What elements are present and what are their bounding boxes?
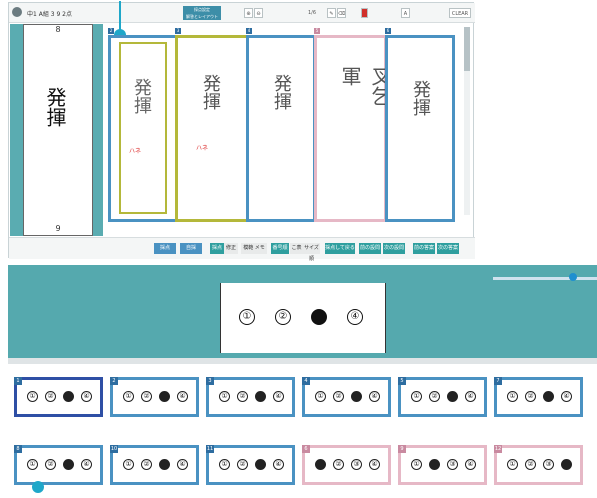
- prev-question-button[interactable]: 前の設問: [359, 243, 381, 254]
- handwriting-answer: 発揮: [200, 74, 221, 110]
- cell-number: 4: [246, 28, 252, 34]
- answer-cell-3[interactable]: 4 発揮: [246, 28, 316, 222]
- page-indicator: 1/6: [307, 10, 317, 16]
- answer-tile[interactable]: 5 ① ② ● ④: [398, 377, 487, 417]
- handwriting-answer: 発揮: [410, 80, 431, 116]
- size-order-button[interactable]: サイズ順: [303, 243, 320, 262]
- model-memo-button[interactable]: 模範 メモ: [241, 243, 267, 254]
- drag-marker-stem: [119, 1, 121, 31]
- answer-tile-wrong[interactable]: 9 ① ● ③ ④: [398, 445, 487, 485]
- cell-number: 2: [108, 28, 114, 34]
- next-question-button[interactable]: 次の設問: [383, 243, 405, 254]
- zoom-slider-thumb[interactable]: [569, 273, 577, 281]
- top-grading-panel: 中1 A組 3 9 2点 採点設定 解答とレイアウト ⊕ ⊖ 1/6 ✎ ⌫ A…: [8, 1, 475, 262]
- reference-answer-text: 発揮: [43, 87, 67, 127]
- bottom-grading-panel: ① ② ● ④ 1 ① ② ● ④ 2 ① ② ● ④ 3 ① ② ● ④ 4 …: [8, 265, 597, 498]
- number-order-button[interactable]: 番号順: [271, 243, 289, 254]
- answer-tile[interactable]: 4 ① ② ● ④: [302, 377, 391, 417]
- self-grade-button[interactable]: 自採: [180, 243, 202, 254]
- answer-tile[interactable]: 8 ① ② ● ④: [14, 445, 103, 485]
- eraser-icon[interactable]: ⌫: [337, 8, 346, 18]
- vertical-scrollbar[interactable]: [464, 27, 470, 215]
- zoom-in-icon[interactable]: ⊕: [244, 8, 253, 18]
- next-answer-button[interactable]: 次の答案: [437, 243, 459, 254]
- hero-bubble: ④: [347, 309, 363, 325]
- red-note: ハネ: [196, 145, 209, 152]
- cell-number: 5: [314, 28, 320, 34]
- red-note: ハネ: [129, 148, 142, 155]
- reference-bottom-number: 9: [55, 224, 61, 233]
- red-color-icon[interactable]: [361, 8, 368, 18]
- cell-number: 3: [175, 28, 181, 34]
- bottom-button-bar: 採点 自採 採点 修正 模範 メモ 番号順 こ表 サイズ順 採点して戻る 前の設…: [9, 237, 475, 262]
- zoom-slider[interactable]: [493, 273, 597, 281]
- edit-button[interactable]: 修正: [224, 243, 238, 254]
- grade-button[interactable]: 採点: [154, 243, 176, 254]
- prev-answer-button[interactable]: 前の答案: [413, 243, 435, 254]
- selection-marker[interactable]: [32, 481, 44, 493]
- cell-number: 6: [385, 28, 391, 34]
- toolbar: 中1 A組 3 9 2点 採点設定 解答とレイアウト ⊕ ⊖ 1/6 ✎ ⌫ A…: [9, 3, 475, 23]
- reference-strip: 8 発揮 9: [10, 24, 103, 236]
- hero-sheet: ① ② ● ④: [220, 283, 386, 353]
- reference-top-number: 8: [55, 25, 61, 34]
- cell-scan: [119, 42, 167, 214]
- mode-badge[interactable]: 採点設定 解答とレイアウト: [183, 6, 221, 20]
- table-button[interactable]: こ表: [290, 243, 303, 254]
- handwriting-answer: 発揮: [271, 74, 292, 110]
- grade-and-return-button[interactable]: 採点して戻る: [325, 243, 355, 254]
- answer-tile[interactable]: 10 ① ② ● ④: [110, 445, 199, 485]
- hero-bubble: ①: [239, 309, 255, 325]
- back-icon[interactable]: [12, 7, 22, 17]
- answer-tile[interactable]: 2 ① ② ● ④: [110, 377, 199, 417]
- handwriting-answer: 発揮: [131, 78, 152, 114]
- answer-tile[interactable]: 1 ① ② ● ④: [14, 377, 103, 417]
- answer-cell-4[interactable]: 5 叉乞軍: [314, 28, 392, 222]
- title-text: 中1 A組 3 9 2点: [27, 11, 73, 18]
- answer-tile[interactable]: 11 ① ② ● ④: [206, 445, 295, 485]
- answer-tile[interactable]: 7 ① ② ● ④: [494, 377, 583, 417]
- pen-icon[interactable]: ✎: [327, 8, 336, 18]
- divider-handle[interactable]: [8, 358, 597, 364]
- answer-tile-wrong[interactable]: 6 ● ② ③ ④: [302, 445, 391, 485]
- answer-cell-5[interactable]: 6 発揮: [385, 28, 455, 222]
- answer-cell-1[interactable]: 2 発揮 ハネ: [108, 28, 178, 222]
- answer-cell-2[interactable]: 3 発揮 ハネ: [175, 28, 249, 222]
- answer-tile-wrong[interactable]: 12 ① ② ③ ●: [494, 445, 583, 485]
- zoom-out-icon[interactable]: ⊖: [254, 8, 263, 18]
- hero-bubble: ●: [311, 309, 327, 325]
- text-tool-icon[interactable]: A: [401, 8, 410, 18]
- score-button[interactable]: 採点: [210, 243, 224, 254]
- reference-sheet: 8 発揮 9: [23, 24, 93, 236]
- answer-tile[interactable]: 3 ① ② ● ④: [206, 377, 295, 417]
- hero-answer-preview: ① ② ● ④: [8, 265, 597, 358]
- clear-button[interactable]: CLEAR: [449, 8, 471, 18]
- hero-bubble: ②: [275, 309, 291, 325]
